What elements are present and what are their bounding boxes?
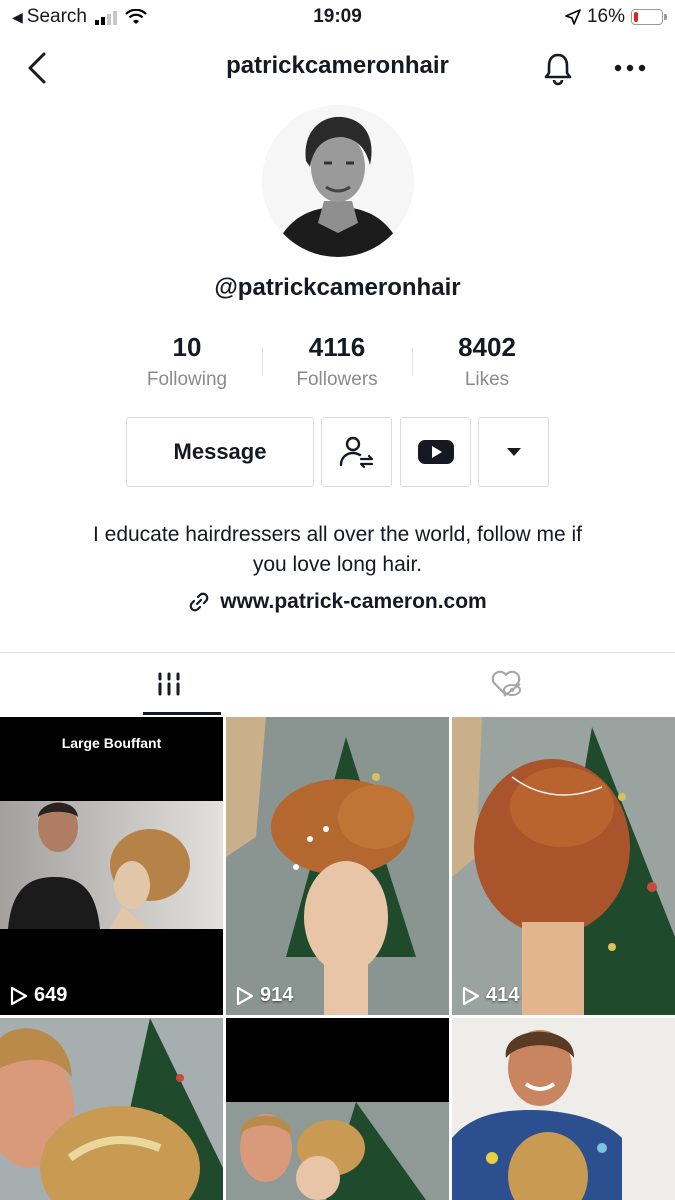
tab-videos[interactable]: [0, 653, 337, 715]
video-tile[interactable]: 914: [226, 717, 449, 1015]
video-thumbnail: [0, 1018, 223, 1200]
avatar-portrait: [262, 105, 414, 257]
video-thumbnail: [452, 1018, 675, 1200]
tab-liked[interactable]: [337, 653, 675, 715]
likes-count: 8402: [458, 332, 516, 362]
stat-followers[interactable]: 4116 Followers: [262, 332, 412, 391]
video-thumbnail: [226, 717, 449, 1015]
likes-label: Likes: [464, 369, 510, 390]
stat-following[interactable]: 10 Following: [112, 332, 262, 391]
following-label: Following: [146, 369, 228, 390]
video-thumbnail: [452, 717, 675, 1015]
profile-handle: @patrickcameronhair: [214, 274, 461, 301]
battery-percent: 16%: [586, 6, 625, 27]
play-icon: [462, 986, 480, 1005]
followers-label: Followers: [296, 369, 378, 390]
view-count: 649: [10, 984, 67, 1007]
video-tile[interactable]: 414: [452, 717, 675, 1015]
play-icon: [236, 986, 254, 1005]
view-count: 914: [236, 984, 293, 1007]
following-count: 10: [172, 332, 202, 362]
youtube-button[interactable]: [400, 417, 471, 487]
profile-bio: I educate hairdressers all over the worl…: [60, 520, 615, 580]
active-tab-indicator: [143, 712, 221, 715]
video-tile[interactable]: Large Bouffant 649: [0, 717, 223, 1015]
view-count-value: 414: [486, 984, 520, 1006]
video-thumbnail: [0, 801, 223, 929]
video-tile[interactable]: [452, 1018, 675, 1200]
youtube-icon: [417, 440, 454, 464]
bio-line: I educate hairdressers all over the worl…: [92, 523, 583, 546]
more-options-icon[interactable]: [610, 56, 650, 80]
video-thumbnail: [226, 1018, 449, 1200]
video-tile[interactable]: [0, 1018, 223, 1200]
video-tile[interactable]: [226, 1018, 449, 1200]
battery-level: [634, 12, 638, 22]
location-arrow-icon: [565, 9, 581, 25]
status-bar: ◀ Search 19:09 16%: [0, 0, 675, 34]
play-icon: [10, 986, 28, 1005]
stat-likes[interactable]: 8402 Likes: [412, 332, 562, 391]
view-count: 414: [462, 984, 519, 1007]
avatar[interactable]: [262, 105, 414, 257]
follow-toggle-button[interactable]: [321, 417, 392, 487]
battery-icon: [631, 9, 667, 25]
bell-icon[interactable]: [540, 50, 576, 86]
user-switch-icon: [339, 436, 373, 469]
status-right: 16%: [565, 6, 667, 28]
bio-line: you love long hair.: [252, 553, 423, 576]
caret-down-icon: [506, 448, 521, 456]
liked-hidden-icon: [491, 670, 521, 697]
website-link[interactable]: www.patrick-cameron.com: [0, 590, 675, 614]
view-count-value: 649: [34, 984, 68, 1006]
website-url: www.patrick-cameron.com: [220, 590, 487, 613]
message-button[interactable]: Message: [126, 417, 314, 487]
followers-count: 4116: [308, 332, 366, 362]
grid-icon: [158, 672, 179, 696]
link-icon: [189, 592, 209, 612]
view-count-value: 914: [260, 984, 294, 1006]
more-dropdown-button[interactable]: [478, 417, 549, 487]
